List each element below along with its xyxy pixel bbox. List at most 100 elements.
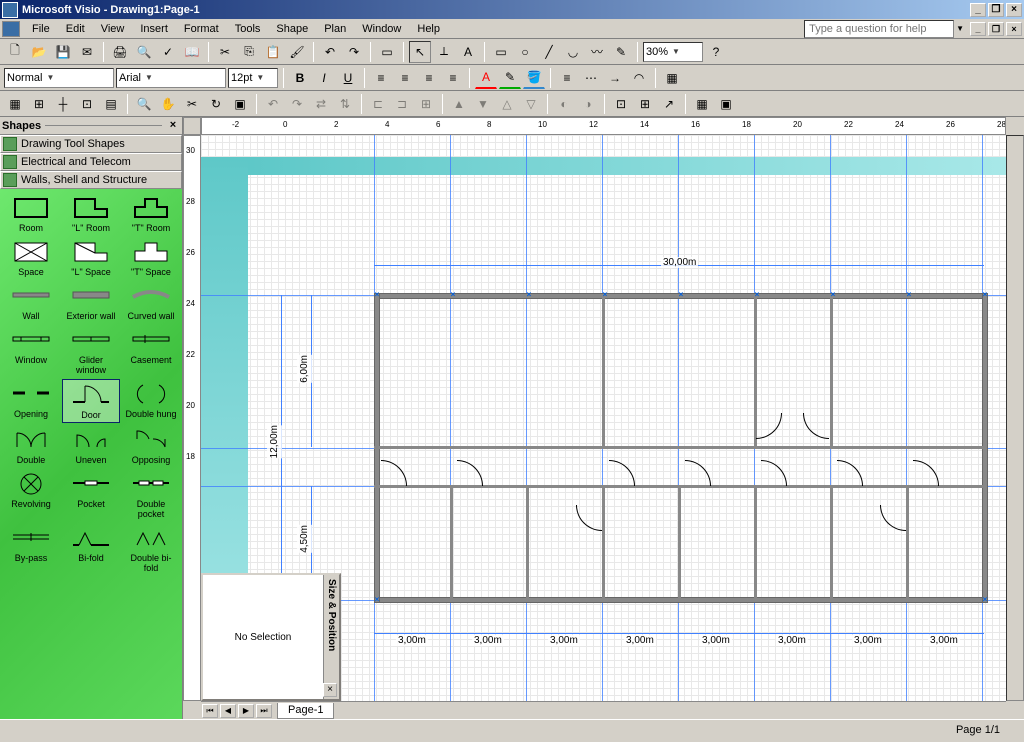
interior-wall[interactable] — [374, 446, 984, 449]
new-button[interactable]: 🗋 — [4, 41, 26, 63]
minimize-button[interactable]: _ — [970, 3, 986, 17]
open-button[interactable]: 📂 — [28, 41, 50, 63]
ellipse-tool-button[interactable]: ○ — [514, 41, 536, 63]
guide-line[interactable] — [906, 135, 907, 701]
vertical-ruler[interactable]: 30282624222018 — [183, 135, 201, 701]
shape-stencil-item[interactable]: "L" Room — [62, 193, 120, 235]
mdi-restore-button[interactable]: ❐ — [988, 22, 1004, 36]
shape-stencil-item[interactable]: Opposing — [122, 425, 180, 467]
line-tool-button[interactable]: ╱ — [538, 41, 560, 63]
shape-stencil-item[interactable]: Double hung — [122, 379, 180, 423]
style-combo[interactable]: Normal▼ — [4, 68, 114, 88]
format-painter-button[interactable]: 🖌 — [286, 41, 308, 63]
interior-wall[interactable] — [602, 486, 605, 599]
drawing-canvas[interactable]: × × × × × × × × × × × 30,00m 6,00m 12,00… — [201, 135, 1006, 701]
tab-next-button[interactable]: ▶ — [238, 704, 254, 718]
help-search-input[interactable] — [804, 20, 954, 38]
copy-button[interactable]: ⎘ — [238, 41, 260, 63]
shape-explorer-button[interactable]: ▣ — [715, 93, 737, 115]
crop-button[interactable]: ✂ — [181, 93, 203, 115]
menu-format[interactable]: Format — [176, 21, 227, 37]
shape-stencil-item[interactable]: Opening — [2, 379, 60, 423]
shape-stencil-item[interactable]: Curved wall — [122, 281, 180, 323]
stencil-electrical[interactable]: Electrical and Telecom — [0, 153, 182, 171]
save-button[interactable]: 💾 — [52, 41, 74, 63]
shape-stencil-item[interactable]: Window — [2, 325, 60, 377]
paste-button[interactable]: 📋 — [262, 41, 284, 63]
font-color-button[interactable]: A — [475, 67, 497, 89]
fill-color-button[interactable]: 🪣 — [523, 67, 545, 89]
help-button[interactable]: ? — [705, 41, 727, 63]
grid-button[interactable]: ▦ — [4, 93, 26, 115]
format-button[interactable]: ▦ — [661, 67, 683, 89]
shape-stencil-item[interactable]: Bi-fold — [62, 523, 120, 575]
rotate-button[interactable]: ↻ — [205, 93, 227, 115]
document-icon[interactable] — [2, 21, 20, 37]
pan-button[interactable]: ✋ — [157, 93, 179, 115]
interior-wall[interactable] — [526, 486, 529, 599]
shapes-close-button[interactable]: × — [166, 119, 180, 133]
connect-shapes-button[interactable]: ⊡ — [610, 93, 632, 115]
shape-stencil-item[interactable]: Double — [2, 425, 60, 467]
shape-stencil-item[interactable]: Space — [2, 237, 60, 279]
redo-button[interactable]: ↷ — [343, 41, 365, 63]
rotate-right-button[interactable]: ↷ — [286, 93, 308, 115]
menu-edit[interactable]: Edit — [58, 21, 93, 37]
menu-help[interactable]: Help — [409, 21, 448, 37]
send-back-button[interactable]: ▼ — [472, 93, 494, 115]
font-size-combo[interactable]: 12pt▼ — [228, 68, 278, 88]
vertical-scrollbar[interactable] — [1006, 135, 1024, 701]
corner-rounding-button[interactable]: ◠ — [628, 67, 650, 89]
menu-plan[interactable]: Plan — [316, 21, 354, 37]
shapes-button[interactable]: ▭ — [376, 41, 398, 63]
page-tab[interactable]: Page-1 — [277, 703, 334, 719]
shape-stencil-item[interactable]: Uneven — [62, 425, 120, 467]
stencil-drawing-tools[interactable]: Drawing Tool Shapes — [0, 135, 182, 153]
zoom-in-button[interactable]: 🔍 — [133, 93, 155, 115]
mdi-close-button[interactable]: × — [1006, 22, 1022, 36]
line-pattern-button[interactable]: ⋯ — [580, 67, 602, 89]
menu-file[interactable]: File — [24, 21, 58, 37]
arc-tool-button[interactable]: ◡ — [562, 41, 584, 63]
pointer-tool-button[interactable]: ↖ — [409, 41, 431, 63]
align-shapes-button[interactable]: ⊏ — [367, 93, 389, 115]
dimension-line[interactable] — [374, 633, 984, 634]
shape-stencil-item[interactable]: Pocket — [62, 469, 120, 521]
bring-front-button[interactable]: ▲ — [448, 93, 470, 115]
font-combo[interactable]: Arial▼ — [116, 68, 226, 88]
shape-stencil-item[interactable]: "L" Space — [62, 237, 120, 279]
line-weight-button[interactable]: ≡ — [556, 67, 578, 89]
research-button[interactable]: 📖 — [181, 41, 203, 63]
shape-stencil-item[interactable]: Revolving — [2, 469, 60, 521]
interior-wall[interactable] — [830, 486, 833, 599]
bring-forward-button[interactable]: △ — [496, 93, 518, 115]
rulers-button[interactable]: ⊡ — [76, 93, 98, 115]
align-center-button[interactable]: ≡ — [394, 67, 416, 89]
interior-wall[interactable] — [602, 295, 605, 447]
layers-button[interactable]: ▣ — [229, 93, 251, 115]
menu-shape[interactable]: Shape — [268, 21, 316, 37]
shape-stencil-item[interactable]: Exterior wall — [62, 281, 120, 323]
align-left-button[interactable]: ≡ — [370, 67, 392, 89]
interior-wall[interactable] — [450, 486, 453, 599]
guides-button[interactable]: ⊞ — [28, 93, 50, 115]
shape-stencil-item[interactable]: Door — [62, 379, 120, 423]
intersect-button[interactable]: ◑ — [577, 93, 599, 115]
stencil-walls[interactable]: Walls, Shell and Structure — [0, 171, 182, 189]
union-button[interactable]: ◐ — [553, 93, 575, 115]
flip-h-button[interactable]: ⇄ — [310, 93, 332, 115]
tab-last-button[interactable]: ⏭ — [256, 704, 272, 718]
rotate-left-button[interactable]: ↶ — [262, 93, 284, 115]
mail-button[interactable]: ✉ — [76, 41, 98, 63]
spellcheck-button[interactable]: ✓ — [157, 41, 179, 63]
shape-stencil-item[interactable]: "T" Room — [122, 193, 180, 235]
ruler-corner[interactable] — [183, 117, 201, 135]
send-backward-button[interactable]: ▽ — [520, 93, 542, 115]
shape-stencil-item[interactable]: Room — [2, 193, 60, 235]
size-position-window[interactable]: No Selection Size & Position × — [201, 573, 341, 701]
guide-line[interactable] — [678, 135, 679, 701]
group-button[interactable]: ⊞ — [415, 93, 437, 115]
horizontal-ruler[interactable]: -20246810121416182022242628 — [201, 117, 1006, 135]
print-preview-button[interactable]: 🔍 — [133, 41, 155, 63]
zoom-combo[interactable]: 30%▼ — [643, 42, 703, 62]
